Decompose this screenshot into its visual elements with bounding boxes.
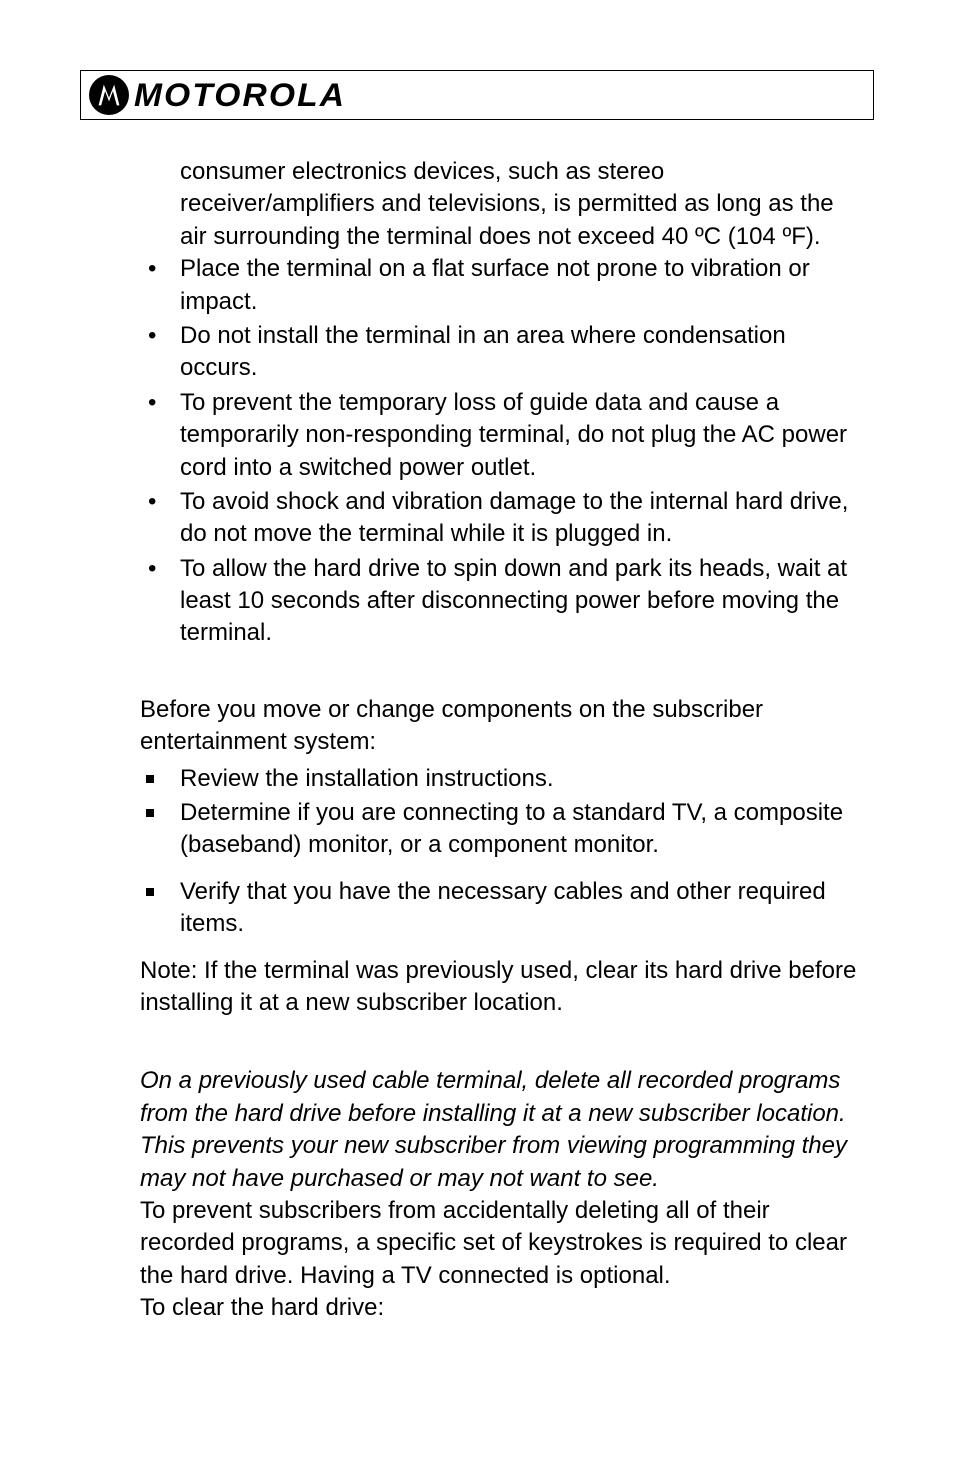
list-item: To prevent the temporary loss of guide d…: [140, 387, 864, 484]
list-item: To allow the hard drive to spin down and…: [140, 553, 864, 650]
list-item-text: Determine if you are connecting to a sta…: [180, 799, 843, 858]
continuation-paragraph: consumer electronics devices, such as st…: [180, 156, 864, 253]
list-item-text: Review the installation instructions.: [180, 765, 554, 792]
document-page: MOTOROLA consumer electronics devices, s…: [0, 0, 954, 1365]
list-item: Place the terminal on a flat surface not…: [140, 253, 864, 318]
list-item: To avoid shock and vibration damage to t…: [140, 486, 864, 551]
list-item-text: To avoid shock and vibration damage to t…: [180, 488, 848, 547]
list-item-text: To allow the hard drive to spin down and…: [180, 555, 847, 647]
guidelines-bullet-list: Place the terminal on a flat surface not…: [140, 253, 864, 650]
list-item-text: To prevent the temporary loss of guide d…: [180, 389, 847, 481]
list-item: Review the installation instructions.: [140, 763, 864, 795]
list-item: Determine if you are connecting to a sta…: [140, 797, 864, 862]
instructions-paragraph: To prevent subscribers from accidentally…: [140, 1195, 864, 1292]
clear-drive-intro: To clear the hard drive:: [140, 1292, 864, 1324]
list-item: Do not install the terminal in an area w…: [140, 320, 864, 385]
list-item-text: Verify that you have the necessary cable…: [180, 878, 826, 937]
checklist-square-list: Review the installation instructions. De…: [140, 763, 864, 941]
italic-warning-paragraph: On a previously used cable terminal, del…: [140, 1065, 864, 1195]
list-item-text: Do not install the terminal in an area w…: [180, 322, 786, 381]
note-paragraph: Note: If the terminal was previously use…: [140, 955, 864, 1020]
secondary-content: Before you move or change components on …: [80, 694, 874, 1325]
motorola-logo-icon: [89, 75, 129, 115]
list-item: Verify that you have the necessary cable…: [140, 876, 864, 941]
list-item-text: Place the terminal on a flat surface not…: [180, 255, 810, 314]
header-box: MOTOROLA: [80, 70, 874, 120]
brand-wordmark: MOTOROLA: [134, 77, 346, 114]
motorola-m-icon: [96, 82, 122, 108]
pre-checklist-paragraph: Before you move or change components on …: [140, 694, 864, 759]
main-content: consumer electronics devices, such as st…: [80, 156, 874, 650]
